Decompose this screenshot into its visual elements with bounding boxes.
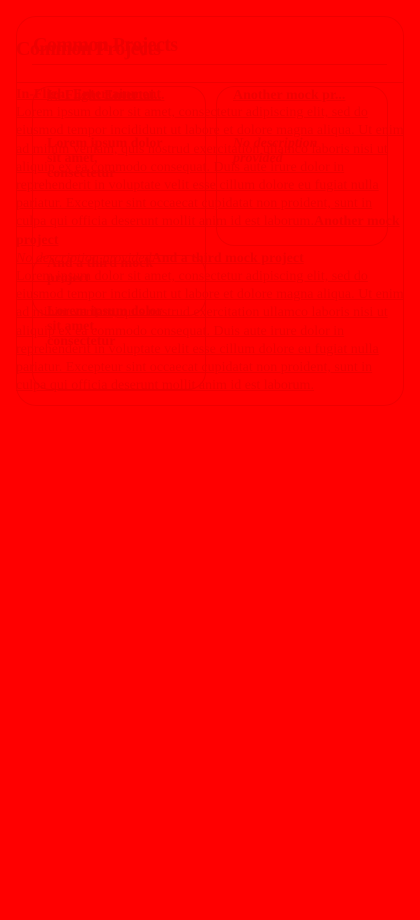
- stream-description-third-mock-project: Lorem ipsum dolor sit amet, consectetur …: [16, 269, 404, 394]
- section-divider: [16, 82, 404, 83]
- stream-description-another-mock-project: No description provided: [16, 250, 152, 266]
- stream-description-in-flight-entertainment: Lorem ipsum dolor sit amet, consectetur …: [16, 105, 404, 230]
- section-title-overlay: Common Projects: [33, 34, 178, 56]
- stream-title-in-flight-entertainment[interactable]: In-Flight Entertainment: [16, 87, 161, 102]
- stream-title-third-mock-project[interactable]: And a third mock project: [152, 251, 304, 266]
- header-divider: [32, 64, 387, 65]
- unstyled-project-list: In-Flight Entertainment Lorem ipsum dolor…: [16, 86, 404, 395]
